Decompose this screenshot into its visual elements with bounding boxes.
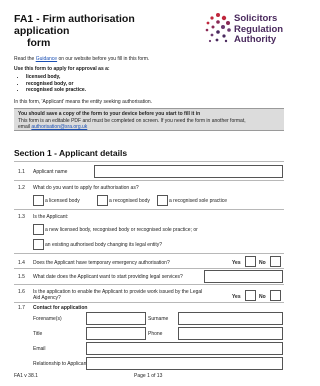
question-label: Is the application to enable the Applica…	[33, 289, 202, 301]
no-label: No	[259, 260, 266, 266]
read-suffix: on our website before you fill in this f…	[58, 56, 150, 62]
page-number: Page 1 of 13	[134, 373, 163, 379]
recognised-sole-practice-checkbox[interactable]	[157, 195, 168, 206]
title-line-1: FA1 - Firm authorisation application	[14, 13, 135, 37]
question-label: What date does the Applicant want to sta…	[33, 274, 183, 280]
question-number: 1.3	[18, 214, 25, 220]
label-line-2: Aid Agency?	[33, 295, 61, 301]
section-title: Section 1 - Applicant details	[14, 148, 128, 158]
question-number: 1.2	[18, 185, 25, 191]
email-prefix: email	[18, 124, 30, 130]
email-label: Email	[33, 346, 46, 352]
start-date-input[interactable]	[204, 270, 283, 283]
sra-logo: Solicitors Regulation Authority	[204, 12, 292, 52]
relationship-label: Relationship to Applicant	[33, 361, 88, 367]
logo-line-3: Authority	[234, 34, 277, 45]
surname-input[interactable]	[178, 312, 283, 325]
email-input[interactable]	[86, 342, 283, 355]
yes-label: Yes	[232, 294, 241, 300]
page-title: FA1 - Firm authorisation application for…	[14, 13, 184, 49]
divider	[14, 180, 284, 181]
save-notice: You should save a copy of the form to yo…	[14, 108, 284, 131]
emergency-yes-checkbox[interactable]	[245, 256, 256, 267]
guidance-link[interactable]: Guidance	[36, 56, 57, 62]
legal-aid-no-checkbox[interactable]	[270, 290, 281, 301]
no-label: No	[259, 294, 266, 300]
option-label: a recognised sole practice	[169, 198, 228, 204]
approval-type-list: licensed body, recognised body, or recog…	[16, 74, 86, 94]
existing-body-checkbox[interactable]	[33, 239, 44, 250]
option-label: an existing authorised body changing its…	[45, 242, 163, 248]
question-number: 1.1	[18, 169, 25, 175]
sra-wordmark: Solicitors Regulation Authority	[234, 13, 283, 46]
use-heading: Use this form to apply for approval as a…	[14, 66, 110, 72]
question-label: Contact for application	[33, 305, 88, 311]
surname-label: Surname	[148, 316, 169, 322]
read-prefix: Read the	[14, 56, 35, 62]
question-label: What do you want to apply for authorisat…	[33, 185, 139, 191]
licensed-body-checkbox[interactable]	[33, 195, 44, 206]
question-number: 1.4	[18, 260, 25, 266]
divider	[14, 209, 284, 210]
relationship-input[interactable]	[86, 357, 283, 370]
title-input[interactable]	[86, 327, 146, 340]
logo-line-1: Solicitors	[234, 13, 278, 24]
applicant-name-input[interactable]	[94, 165, 283, 178]
question-label: Does the Applicant have temporary emerge…	[33, 260, 170, 266]
divider	[14, 161, 284, 162]
question-number: 1.7	[18, 305, 25, 311]
forenames-input[interactable]	[86, 312, 146, 325]
question-label: Applicant name	[33, 169, 68, 175]
yes-label: Yes	[232, 260, 241, 266]
option-label: a recognised body	[109, 198, 150, 204]
title-line-2: form	[27, 37, 51, 49]
divider	[14, 284, 284, 285]
applicant-note: In this form, 'Applicant' means the enti…	[14, 99, 153, 105]
question-number: 1.6	[18, 289, 25, 295]
email-link[interactable]: authorisation@sra.org.uk	[31, 124, 87, 130]
emergency-no-checkbox[interactable]	[270, 256, 281, 267]
option-label: a licensed body	[45, 198, 80, 204]
forenames-label: Forename(s)	[33, 316, 62, 322]
divider	[14, 253, 284, 254]
recognised-body-checkbox[interactable]	[97, 195, 108, 206]
notice-email-line: email authorisation@sra.org.uk	[18, 124, 280, 131]
new-body-checkbox[interactable]	[33, 224, 44, 235]
title-label: Title	[33, 331, 43, 337]
read-guidance-text: Read the Guidance on our website before …	[14, 56, 149, 63]
list-item: recognised sole practice.	[26, 87, 86, 94]
divider	[14, 268, 284, 269]
option-label: a new licensed body, recognised body or …	[45, 227, 198, 233]
question-number: 1.5	[18, 274, 25, 280]
phone-label: Phone	[148, 331, 163, 337]
divider	[14, 302, 284, 303]
form-version: FA1 v 38.1	[14, 373, 38, 379]
sra-dots-icon	[205, 13, 231, 43]
question-label: Is the Applicant:	[33, 214, 69, 220]
legal-aid-yes-checkbox[interactable]	[245, 290, 256, 301]
phone-input[interactable]	[178, 327, 283, 340]
